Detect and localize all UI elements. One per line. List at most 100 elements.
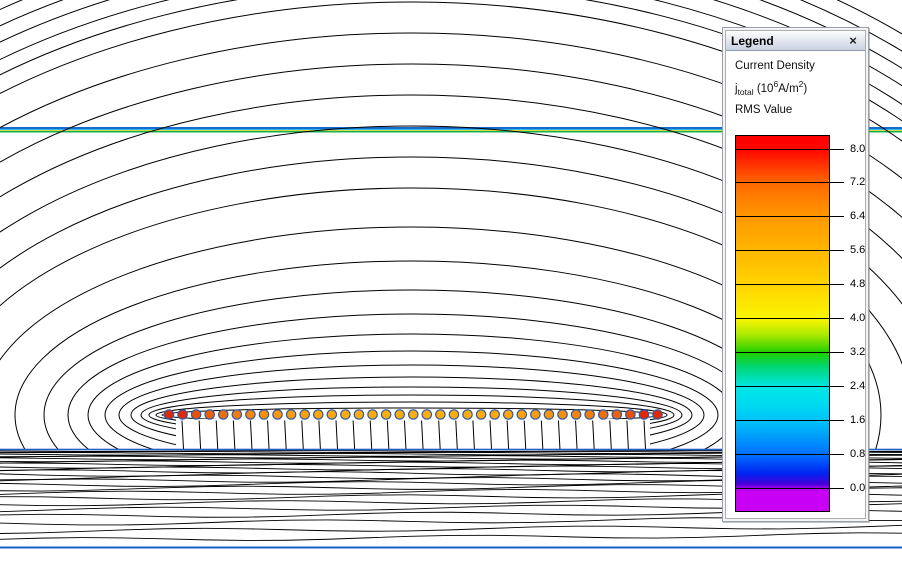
close-icon[interactable]: × [846,34,860,48]
colorbar-tick-label: 5.6 [850,244,865,256]
colorbar-divider [736,216,844,217]
legend-title: Legend [731,34,774,48]
colorbar-divider [736,488,844,489]
colorbar-tick-label: 8.0 [850,143,865,155]
flux-contour-vertical [456,421,458,450]
legend-titlebar[interactable]: Legend × [726,31,865,51]
flux-contour-vertical [644,421,646,450]
conductor-dot [585,410,594,419]
flux-contour-vertical [576,421,578,450]
plate-contour-line [0,533,902,541]
colorbar-divider [736,318,844,319]
flux-contour-vertical [593,421,595,450]
conductor-dot [381,410,390,419]
conductor-dot [599,410,608,419]
conductor-dot [436,410,445,419]
conductor-dot [571,410,580,419]
flux-contour-vertical [285,421,287,450]
conductor-dot [259,410,268,419]
flux-contour-vertical [250,421,252,450]
colorbar-tick-label: 6.4 [850,210,865,222]
flux-contour-vertical [216,421,218,450]
conductor-dot [354,410,363,419]
conductor-dot [504,410,513,419]
flux-contour-vertical [302,421,304,450]
flux-contour-vertical [353,421,355,450]
flux-contour-vertical [558,421,560,450]
conductor-dot [449,410,458,419]
flux-contour-vertical [627,421,629,450]
conductor-dot [314,410,323,419]
conductor-dot [409,410,418,419]
flux-contour-vertical [404,421,406,450]
conductor-dot [544,410,553,419]
flux-contour-vertical [182,421,184,450]
flux-contour-vertical [199,421,201,450]
flux-contour-vertical [233,421,235,450]
conductor-dot [205,410,214,419]
flux-contour-vertical [507,421,509,450]
colorbar-divider [736,352,844,353]
flux-contour-vertical [439,421,441,450]
conductor-dot [327,410,336,419]
conductor-dot [232,410,241,419]
conductor-dot [286,410,295,419]
flux-contour-vertical [422,421,424,450]
legend-mode-label: RMS Value [735,101,865,119]
colorbar-tick-label: 4.0 [850,312,865,324]
conductor-row [164,410,662,419]
conductor-dot [368,410,377,419]
bottom-boundary-line [0,547,902,549]
conductor-dot [626,410,635,419]
conductor-dot [531,410,540,419]
flux-contour-vertical [524,421,526,450]
conductor-dot [463,410,472,419]
conductor-dot [639,410,648,419]
legend-panel: Legend × Current Density jtotal (106A/m2… [722,27,869,522]
flux-contour-vertical [336,421,338,450]
plate-contour-line [0,525,902,533]
conductor-dot [219,410,228,419]
flux-contour-vertical [370,421,372,450]
conductor-dot [300,410,309,419]
conductor-dot [246,410,255,419]
colorbar [735,135,830,512]
flux-contour-vertical [541,421,543,450]
flux-contour-vertical [473,421,475,450]
conductor-dot [558,410,567,419]
flux-contour-vertical [387,421,389,450]
conductor-dot [395,410,404,419]
colorbar-tick-label: 4.8 [850,278,865,290]
legend-panel-frame: Legend × Current Density jtotal (106A/m2… [725,30,866,519]
under-cable-contours [182,421,646,450]
conductor-dot [612,410,621,419]
colorbar-wrap: 8.07.26.45.64.84.03.22.41.60.80.0 [735,135,865,515]
conductor-dot [422,410,431,419]
flux-contour-vertical [268,421,270,450]
conductor-dot [164,410,173,419]
conductor-dot [178,410,187,419]
colorbar-tick-label: 1.6 [850,414,865,426]
legend-info: Current Density jtotal (106A/m2) RMS Val… [726,51,865,119]
colorbar-divider [736,250,844,251]
conductor-dot [517,410,526,419]
flux-contour-vertical [319,421,321,450]
flux-contour-vertical [490,421,492,450]
conductor-dot [341,410,350,419]
conductor-dot [476,410,485,419]
colorbar-divider [736,182,844,183]
colorbar-tick-label: 0.8 [850,448,865,460]
colorbar-tick-label: 7.2 [850,176,865,188]
conductor-dot [191,410,200,419]
legend-quantity-label: Current Density [735,57,865,75]
colorbar-divider [736,386,844,387]
colorbar-divider [736,420,844,421]
conductor-dot [490,410,499,419]
conductor-dot [273,410,282,419]
conductor-dot [653,410,662,419]
colorbar-tick-label: 2.4 [850,380,865,392]
colorbar-divider [736,454,844,455]
colorbar-tick-label: 0.0 [850,482,865,494]
legend-body: Current Density jtotal (106A/m2) RMS Val… [726,51,865,497]
colorbar-divider [736,284,844,285]
